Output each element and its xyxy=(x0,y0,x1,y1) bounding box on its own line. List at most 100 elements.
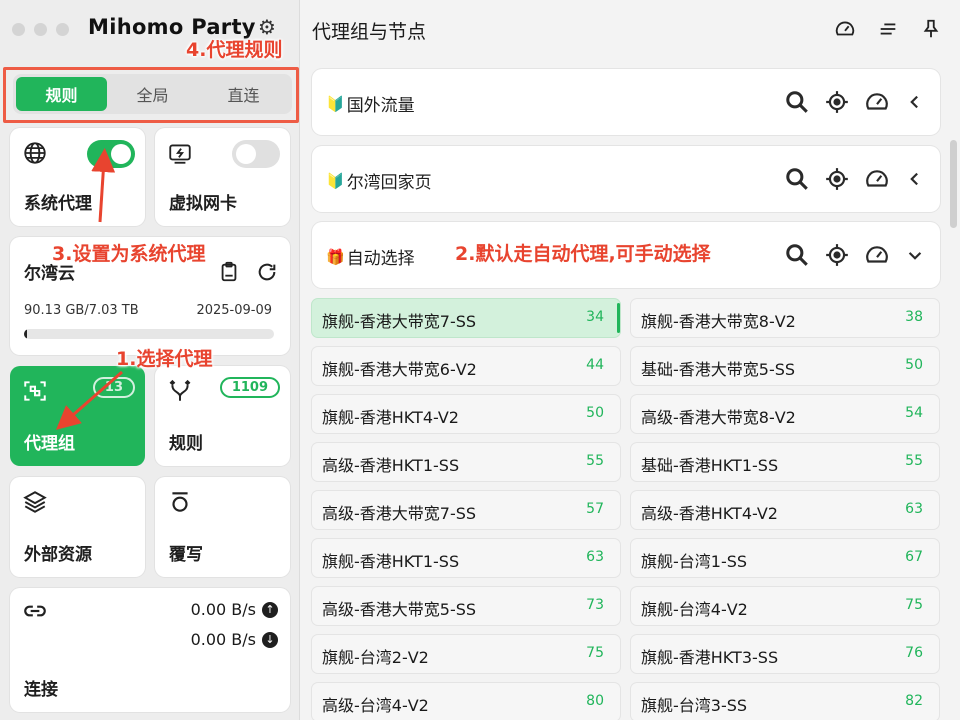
proxy-groups-card[interactable]: 13 代理组 xyxy=(10,366,145,466)
upload-arrow-icon: ↑ xyxy=(262,601,278,618)
annotation-select-proxy: 1.选择代理 xyxy=(116,348,213,370)
group-card-home[interactable]: 🔰 尔湾回家页 xyxy=(312,146,940,212)
group-name: 尔湾回家页 xyxy=(346,173,432,193)
proxy-node-delay: 82 xyxy=(905,693,923,709)
proxy-node-name: 旗舰-香港大带宽6-V2 xyxy=(322,360,477,379)
proxy-node-delay: 75 xyxy=(905,597,923,613)
proxy-node[interactable]: 旗舰-香港大带宽8-V2 38 xyxy=(631,299,939,337)
group-card-foreign[interactable]: 🔰 国外流量 xyxy=(312,69,940,135)
virtual-nic-toggle[interactable] xyxy=(232,140,280,168)
page-title: 代理组与节点 xyxy=(312,21,427,43)
pin-icon[interactable] xyxy=(920,18,942,40)
scan-icon xyxy=(24,381,46,401)
proxy-node-delay: 44 xyxy=(586,357,604,373)
annotation-auto-proxy: 2.默认走自动代理,可手动选择 xyxy=(455,243,711,265)
rules-count-badge: 1109 xyxy=(219,377,280,398)
proxy-node[interactable]: 高级-台湾4-V2 80 xyxy=(312,683,620,720)
subscription-progress-fill xyxy=(24,329,28,339)
layers-icon xyxy=(23,491,47,513)
upload-speed-row: 0.00 B/s ↑ xyxy=(191,600,278,619)
proxy-node-name: 旗舰-香港大带宽8-V2 xyxy=(641,312,796,331)
group-flag: 🔰 xyxy=(326,94,345,113)
window-zoom-button[interactable] xyxy=(56,23,69,36)
proxy-node[interactable]: 旗舰-香港HKT1-SS 63 xyxy=(312,539,620,577)
proxy-node-delay: 80 xyxy=(586,693,604,709)
virtual-nic-label: 虚拟网卡 xyxy=(169,194,237,214)
fork-icon xyxy=(169,379,191,401)
proxy-node[interactable]: 旗舰-台湾4-V2 75 xyxy=(631,587,939,625)
proxy-node[interactable]: 高级-香港HKT1-SS 55 xyxy=(312,443,620,481)
latency-test-icon[interactable] xyxy=(864,89,890,115)
proxy-node-delay: 76 xyxy=(905,645,923,661)
proxy-node-name: 旗舰-台湾3-SS xyxy=(641,696,748,715)
chevron-left-icon[interactable] xyxy=(902,166,928,192)
proxy-node[interactable]: 基础-香港HKT1-SS 55 xyxy=(631,443,939,481)
group-flag: 🔰 xyxy=(326,171,345,190)
proxy-node[interactable]: 基础-香港大带宽5-SS 50 xyxy=(631,347,939,385)
chevron-left-icon[interactable] xyxy=(902,89,928,115)
proxy-node-delay: 50 xyxy=(905,357,923,373)
system-proxy-toggle[interactable] xyxy=(87,140,135,168)
proxy-node-name: 高级-香港HKT1-SS xyxy=(322,456,460,475)
annotation-set-system-proxy: 3.设置为系统代理 xyxy=(52,243,206,265)
group-title: 🔰 国外流量 xyxy=(326,91,415,117)
proxy-node-delay: 38 xyxy=(905,309,923,325)
search-icon[interactable] xyxy=(784,242,810,268)
proxy-node[interactable]: 高级-香港大带宽7-SS 57 xyxy=(312,491,620,529)
locate-icon[interactable] xyxy=(824,166,850,192)
latency-test-icon[interactable] xyxy=(864,242,890,268)
globe-icon xyxy=(24,142,46,164)
rules-card[interactable]: 1109 规则 xyxy=(155,366,290,466)
window-minimize-button[interactable] xyxy=(34,23,47,36)
locate-icon[interactable] xyxy=(824,89,850,115)
proxy-node-delay: 73 xyxy=(586,597,604,613)
search-icon[interactable] xyxy=(784,166,810,192)
latency-test-icon[interactable] xyxy=(864,166,890,192)
proxy-node[interactable]: 高级-香港大带宽8-V2 54 xyxy=(631,395,939,433)
scrollbar-thumb[interactable] xyxy=(950,140,957,228)
rules-label: 规则 xyxy=(169,434,203,454)
proxy-node[interactable]: 高级-香港大带宽5-SS 73 xyxy=(312,587,620,625)
virtual-nic-card[interactable]: 虚拟网卡 xyxy=(155,128,290,226)
annotation-proxy-rules: 4.代理规则 xyxy=(186,39,283,61)
override-card[interactable]: 覆写 xyxy=(155,477,290,577)
locate-icon[interactable] xyxy=(824,242,850,268)
proxy-node[interactable]: 旗舰-香港大带宽7-SS 34 xyxy=(312,299,620,337)
proxy-node-name: 基础-香港大带宽5-SS xyxy=(641,360,796,379)
proxy-node-delay: 54 xyxy=(905,405,923,421)
window-close-button[interactable] xyxy=(12,23,25,36)
chevron-down-icon[interactable] xyxy=(902,242,928,268)
proxy-node[interactable]: 旗舰-台湾2-V2 75 xyxy=(312,635,620,673)
subscription-expire-date: 2025-09-09 xyxy=(196,303,272,318)
proxy-node-delay: 34 xyxy=(586,309,604,325)
proxy-node[interactable]: 旗舰-香港HKT3-SS 76 xyxy=(631,635,939,673)
download-arrow-icon: ↓ xyxy=(262,631,278,648)
proxy-groups-count-badge: 13 xyxy=(92,377,135,398)
proxy-node[interactable]: 高级-香港HKT4-V2 63 xyxy=(631,491,939,529)
network-card-icon xyxy=(169,144,191,164)
proxy-node-delay: 55 xyxy=(586,453,604,469)
connections-card[interactable]: 0.00 B/s ↑ 0.00 B/s ↓ 连接 xyxy=(10,588,290,712)
download-speed-row: 0.00 B/s ↓ xyxy=(191,630,278,649)
override-label: 覆写 xyxy=(169,545,203,565)
proxy-node[interactable]: 旗舰-香港大带宽6-V2 44 xyxy=(312,347,620,385)
proxy-node-name: 旗舰-香港HKT3-SS xyxy=(641,648,779,667)
proxy-node-delay: 63 xyxy=(586,549,604,565)
speedometer-icon[interactable] xyxy=(834,18,856,40)
group-name: 国外流量 xyxy=(346,96,415,116)
external-resources-card[interactable]: 外部资源 xyxy=(10,477,145,577)
proxy-node-name: 旗舰-台湾1-SS xyxy=(641,552,748,571)
override-icon xyxy=(172,492,188,512)
proxy-node[interactable]: 旗舰-台湾3-SS 82 xyxy=(631,683,939,720)
proxy-node[interactable]: 旗舰-香港HKT4-V2 50 xyxy=(312,395,620,433)
clipboard-icon[interactable] xyxy=(218,261,240,283)
upload-speed: 0.00 B/s xyxy=(190,600,256,619)
sort-lines-icon[interactable] xyxy=(877,18,899,40)
search-icon[interactable] xyxy=(784,89,810,115)
proxy-node[interactable]: 旗舰-台湾1-SS 67 xyxy=(631,539,939,577)
link-icon xyxy=(24,605,46,617)
system-proxy-card[interactable]: 系统代理 xyxy=(10,128,145,226)
external-resources-label: 外部资源 xyxy=(24,545,92,565)
proxy-groups-label: 代理组 xyxy=(24,434,75,454)
refresh-icon[interactable] xyxy=(256,261,278,283)
